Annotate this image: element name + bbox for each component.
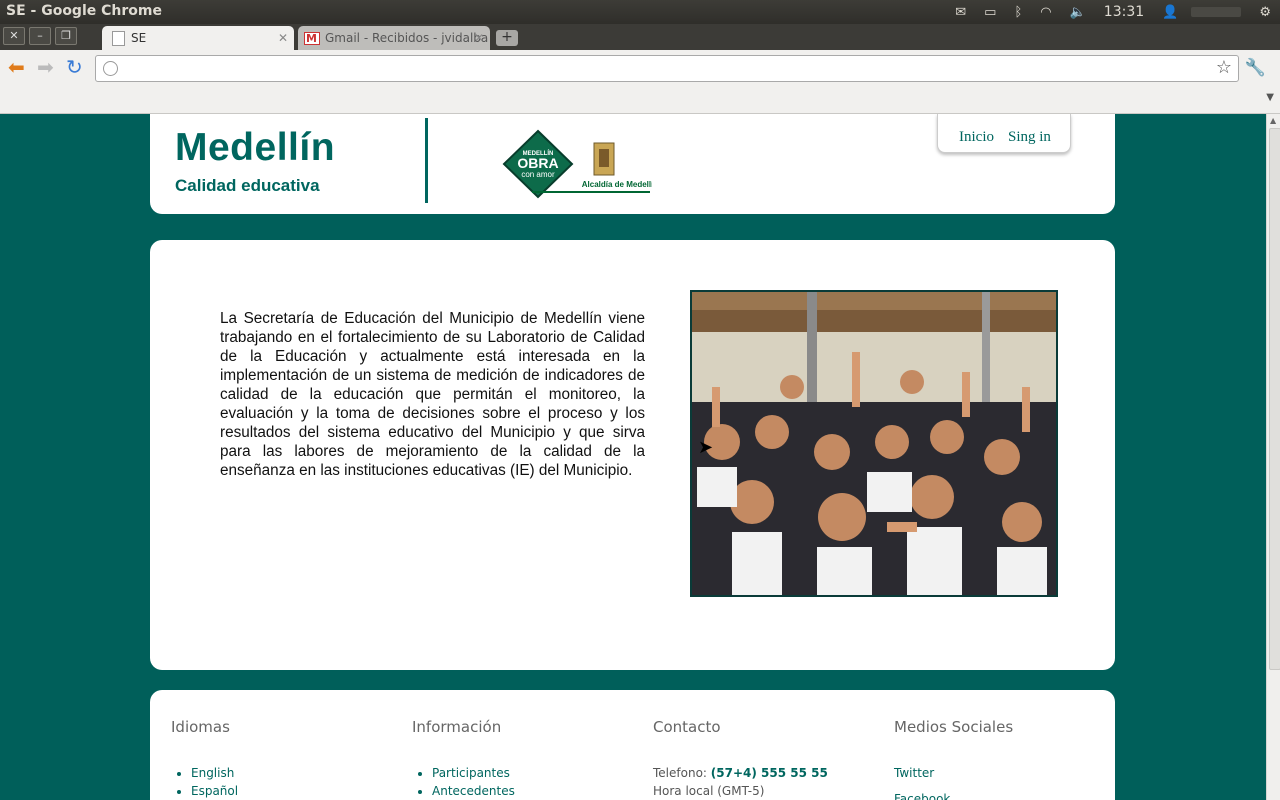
footer-informacion: Información Participantes Antecedentes — [412, 718, 515, 800]
footer-sociales-title: Medios Sociales — [894, 718, 1014, 736]
facebook-link[interactable]: Facebook — [894, 792, 950, 800]
footer-sociales: Medios Sociales Twitter Facebook — [894, 718, 1013, 800]
footer-contacto: Contacto Telefono: (57+4) 555 55 55 Hora… — [653, 718, 828, 800]
user-icon[interactable]: 👤 — [1162, 5, 1178, 20]
bluetooth-icon[interactable]: ᛒ — [1014, 5, 1022, 20]
forward-icon[interactable]: ➡ — [37, 57, 54, 77]
language-espanol-link[interactable]: Español — [191, 782, 238, 800]
page-viewport: Medellín Calidad educativa MEDELLÍN OBRA… — [0, 114, 1266, 800]
tab-strip: ✕ – ❐ SE ✕ Gmail - Recibidos - jvidalba … — [0, 24, 1280, 50]
bookmarks-bar: ▼ — [0, 86, 1280, 114]
contact-phone: Telefono: (57+4) 555 55 55 — [653, 764, 828, 782]
vertical-scrollbar[interactable]: ▲ — [1266, 114, 1280, 800]
students-photo-illustration — [692, 292, 1056, 595]
nav-inicio-link[interactable]: Inicio — [959, 129, 994, 146]
tab-close-icon[interactable]: ✕ — [278, 26, 288, 50]
chevron-down-icon[interactable]: ▼ — [1266, 92, 1274, 103]
brand-title: Medellín — [175, 126, 336, 169]
back-icon[interactable]: ⬅ — [8, 57, 25, 77]
brand-subtitle: Calidad educativa — [175, 176, 320, 195]
logo-line2: OBRA — [517, 155, 558, 171]
twitter-link[interactable]: Twitter — [894, 766, 934, 780]
gear-icon[interactable]: ⚙ — [1259, 5, 1271, 20]
tab-gmail[interactable]: Gmail - Recibidos - jvidalba ✕ — [298, 26, 490, 50]
address-bar[interactable]: ☆ — [95, 55, 1239, 82]
students-photo — [690, 290, 1058, 597]
wrench-icon[interactable]: 🔧 — [1245, 58, 1266, 78]
language-list: English Español — [171, 764, 238, 800]
window-title: SE - Google Chrome — [6, 3, 162, 19]
new-tab-button[interactable]: + — [496, 30, 518, 46]
logo-line3: con amor — [521, 170, 555, 179]
scroll-up-icon[interactable]: ▲ — [1270, 116, 1276, 125]
top-nav: Inicio Sing in — [937, 114, 1071, 153]
antecedentes-link[interactable]: Antecedentes — [432, 782, 515, 800]
tab-label: Gmail - Recibidos - jvidalba — [325, 31, 489, 45]
logo-caption: Alcaldía de Medellín — [582, 180, 652, 189]
info-list: Participantes Antecedentes — [412, 764, 515, 800]
phone-number: (57+4) 555 55 55 — [710, 766, 828, 780]
intro-paragraph: La Secretaría de Educación del Municipio… — [220, 310, 645, 480]
volume-icon[interactable]: 🔈 — [1070, 5, 1086, 20]
scrollbar-thumb[interactable] — [1269, 128, 1280, 670]
window-minimize-button[interactable]: – — [29, 27, 51, 45]
footer-contacto-title: Contacto — [653, 718, 721, 736]
page-icon — [112, 31, 125, 46]
coat-of-arms-detail — [599, 149, 609, 167]
site-footer: Idiomas English Español Información Part… — [150, 690, 1115, 800]
footer-idiomas-title: Idiomas — [171, 718, 230, 736]
user-name-blurred[interactable] — [1191, 7, 1242, 17]
clock[interactable]: 13:31 — [1104, 4, 1144, 20]
window-restore-button[interactable]: ❐ — [55, 27, 77, 45]
participantes-link[interactable]: Participantes — [432, 764, 515, 782]
battery-icon[interactable]: ▭ — [984, 5, 996, 20]
bookmark-star-icon[interactable]: ☆ — [1216, 57, 1232, 78]
language-english-link[interactable]: English — [191, 764, 238, 782]
system-tray: ✉ ▭ ᛒ ◠ 🔈 13:31 👤 ⚙ — [946, 0, 1280, 24]
globe-icon — [103, 61, 118, 76]
mail-icon[interactable]: ✉ — [955, 5, 966, 20]
gmail-icon — [304, 27, 320, 50]
footer-informacion-title: Información — [412, 718, 502, 736]
phone-label: Telefono: — [653, 766, 707, 780]
wifi-icon[interactable]: ◠ — [1040, 5, 1051, 20]
site-header: Medellín Calidad educativa MEDELLÍN OBRA… — [150, 114, 1115, 214]
local-time: Hora local (GMT-5) — [653, 784, 765, 798]
header-divider — [425, 118, 428, 203]
main-content-card: La Secretaría de Educación del Municipio… — [150, 240, 1115, 670]
window-close-button[interactable]: ✕ — [3, 27, 25, 45]
nav-signin-link[interactable]: Sing in — [1008, 129, 1051, 146]
mouse-cursor-icon: ➤ — [698, 437, 714, 458]
tab-se[interactable]: SE ✕ — [102, 26, 294, 50]
alcaldia-logo: MEDELLÍN OBRA con amor Alcaldía de Medel… — [502, 129, 652, 199]
tab-label: SE — [131, 31, 147, 45]
reload-icon[interactable]: ↻ — [66, 57, 83, 77]
browser-toolbar: ⬅ ➡ ↻ ☆ 🔧 — [0, 50, 1280, 86]
system-top-bar: SE - Google Chrome ✉ ▭ ᛒ ◠ 🔈 13:31 👤 ⚙ — [0, 0, 1280, 24]
tab-close-icon[interactable]: ✕ — [474, 26, 484, 50]
footer-idiomas: Idiomas English Español — [171, 718, 238, 800]
